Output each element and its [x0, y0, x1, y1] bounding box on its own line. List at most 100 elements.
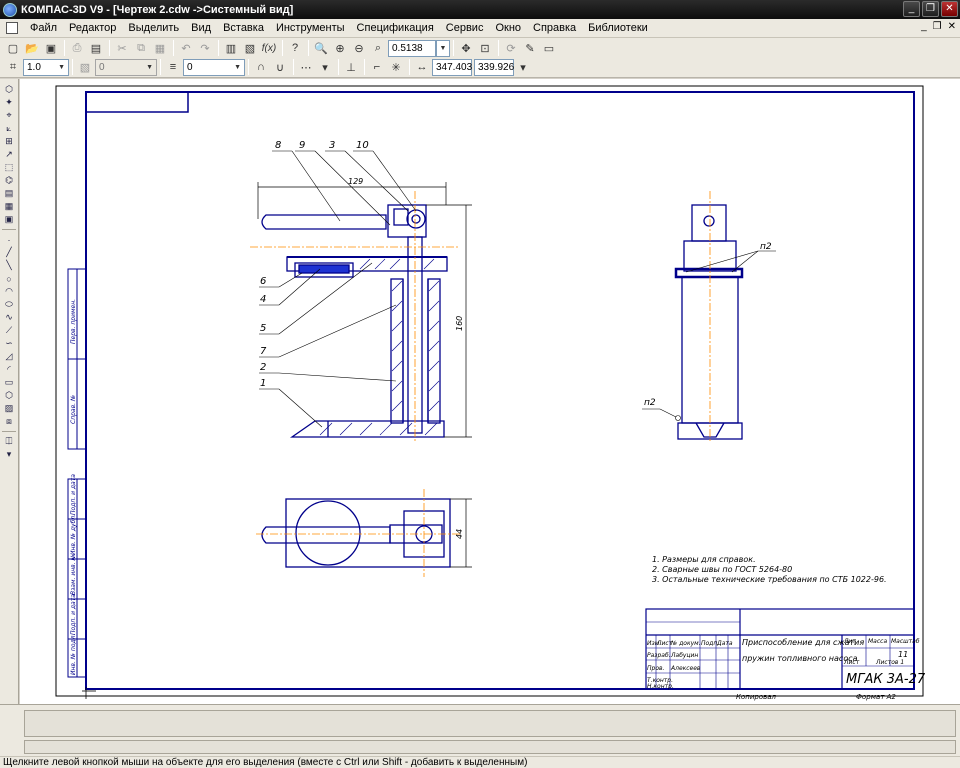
menu-file[interactable]: Файл [24, 20, 63, 37]
round-icon[interactable]: ✳ [387, 58, 405, 76]
menu-libraries[interactable]: Библиотеки [582, 20, 654, 37]
insert-icon[interactable]: ▣ [0, 213, 18, 226]
cut-icon[interactable]: ✂ [113, 39, 131, 57]
auxiliary-line-icon[interactable]: ╱ [0, 246, 18, 259]
local-cs-icon[interactable]: ⊥ [342, 58, 360, 76]
kompas-app-icon[interactable] [3, 2, 17, 17]
properties-panel [0, 704, 960, 756]
more-chevron-icon[interactable]: ▾ [514, 58, 532, 76]
spec-icon[interactable]: ▤ [0, 187, 18, 200]
rectangle-icon[interactable]: ▭ [0, 376, 18, 389]
report-icon[interactable]: ▦ [0, 200, 18, 213]
doc-close-icon[interactable]: ✕ [948, 21, 956, 32]
doc-restore-icon[interactable]: ❐ [933, 21, 942, 32]
zoom-window-icon[interactable]: ⊖ [350, 39, 368, 57]
local-snap-icon[interactable]: ∪ [271, 58, 289, 76]
note-line: 1. Размеры для справок. [652, 555, 756, 564]
new-document-icon[interactable]: ▢ [4, 39, 22, 57]
grid-icon[interactable]: ⋯ [297, 58, 315, 76]
chamfer-icon[interactable]: ◿ [0, 350, 18, 363]
zoom-scale-icon[interactable]: ⌕ [369, 39, 387, 57]
select-icon[interactable]: ⬚ [0, 161, 18, 174]
display-icon[interactable]: ▭ [540, 39, 558, 57]
point-icon[interactable]: · [0, 233, 18, 246]
copy-icon[interactable]: ⧉ [132, 39, 150, 57]
snap-icon[interactable]: ⌗ [4, 58, 22, 76]
open-folder-icon[interactable]: 📂 [23, 39, 41, 57]
status-bar: Щелкните левой кнопкой мыши на объекте д… [0, 756, 960, 768]
layer-field[interactable]: 0 ▼ [183, 58, 245, 76]
edit-icon[interactable]: ⟀ [0, 122, 18, 135]
menu-insert[interactable]: Вставка [217, 20, 270, 37]
drawing-svg[interactable]: Перв. примен. Справ. № Подп. и дата Инв.… [20, 79, 960, 704]
refresh-icon[interactable]: ⟳ [502, 39, 520, 57]
arc-icon[interactable]: ◠ [0, 285, 18, 298]
library-icon[interactable]: ▧ [241, 39, 259, 57]
contour-icon[interactable]: ⧈ [0, 415, 18, 428]
minimize-button[interactable]: _ [903, 1, 920, 17]
expand-chevron-icon[interactable]: ▾ [0, 448, 18, 461]
save-icon[interactable]: ▣ [42, 39, 60, 57]
zoom-out-icon[interactable]: ⊕ [331, 39, 349, 57]
parametrization-icon[interactable]: ⊞ [0, 135, 18, 148]
layer-icon[interactable]: ≡ [164, 58, 182, 76]
collection-icon[interactable]: ⎅ [0, 435, 18, 448]
menu-tools[interactable]: Инструменты [270, 20, 351, 37]
menu-view[interactable]: Вид [185, 20, 217, 37]
measure-icon[interactable]: ↗ [0, 148, 18, 161]
redo-icon[interactable]: ↷ [196, 39, 214, 57]
menu-select[interactable]: Выделить [122, 20, 185, 37]
print-preview-icon[interactable]: ▤ [87, 39, 105, 57]
associative-view-icon[interactable]: ⌬ [0, 174, 18, 187]
zoom-in-icon[interactable]: 🔍 [312, 39, 330, 57]
ellipse-icon[interactable]: ⬭ [0, 298, 18, 311]
zoom-dropdown[interactable]: ▼ [436, 39, 450, 57]
leader-label: 3 [329, 140, 335, 151]
grid-dropdown-icon[interactable]: ▾ [316, 58, 334, 76]
spline-icon[interactable]: ∿ [0, 311, 18, 324]
polygon-icon[interactable]: ⬡ [0, 389, 18, 402]
restore-button[interactable]: ❐ [922, 1, 939, 17]
help-pointer-icon[interactable]: ? [286, 39, 304, 57]
doc-minimize-icon[interactable]: _ [921, 21, 927, 32]
stamp-label: Инв. № подл. [70, 634, 77, 675]
leader-label: 1 [260, 378, 266, 389]
print-icon[interactable]: ⎙ [68, 39, 86, 57]
properties-icon[interactable]: ✎ [521, 39, 539, 57]
scale-field[interactable]: 1.0 ▼ [23, 58, 69, 76]
menu-service[interactable]: Сервис [440, 20, 490, 37]
manager-icon[interactable]: ▥ [222, 39, 240, 57]
segment-icon[interactable]: ╲ [0, 259, 18, 272]
drawing-canvas[interactable]: Перв. примен. Справ. № Подп. и дата Инв.… [20, 79, 960, 704]
bezier-icon[interactable]: ∽ [0, 337, 18, 350]
menu-help[interactable]: Справка [527, 20, 582, 37]
symbols-icon[interactable]: ⌖ [0, 109, 18, 122]
menu-window[interactable]: Окно [489, 20, 527, 37]
geometry-icon[interactable]: ⬡ [0, 83, 18, 96]
pan-icon[interactable]: ✥ [457, 39, 475, 57]
undo-icon[interactable]: ↶ [177, 39, 195, 57]
polyline-icon[interactable]: ⟋ [0, 324, 18, 337]
cursor-y-field[interactable]: 339.926 [474, 58, 514, 76]
close-button[interactable]: ✕ [941, 1, 958, 17]
menu-editor[interactable]: Редактор [63, 20, 122, 37]
document-icon[interactable] [6, 22, 18, 34]
magnet-snap-icon[interactable]: ∩ [252, 58, 270, 76]
cursor-x-field[interactable]: 347.403 [432, 58, 472, 76]
menu-specification[interactable]: Спецификация [351, 20, 440, 37]
view-icon[interactable]: ▧ [76, 58, 94, 76]
properties-area[interactable] [24, 710, 956, 737]
tb-header: Масштаб [891, 638, 920, 645]
hatch-icon[interactable]: ▨ [0, 402, 18, 415]
ortho-icon[interactable]: ⌐ [368, 58, 386, 76]
variables-icon[interactable]: f(x) [260, 39, 278, 57]
show-all-icon[interactable]: ⊡ [476, 39, 494, 57]
scale-value: 1.0 [27, 61, 41, 73]
dimensions-icon[interactable]: ✦ [0, 96, 18, 109]
paste-icon[interactable]: ▦ [151, 39, 169, 57]
zoom-field[interactable]: 0.5138 [388, 39, 436, 57]
fillet-icon[interactable]: ◜ [0, 363, 18, 376]
properties-tabs[interactable] [24, 740, 956, 754]
circle-icon[interactable]: ○ [0, 272, 18, 285]
current-state-toolbar: ⌗ 1.0 ▼ ▧ 0 ▼ ≡ 0 ▼ ∩ ∪ ⋯ ▾ ⊥ ⌐ ✳ ↔ 347.403… [0, 57, 960, 78]
